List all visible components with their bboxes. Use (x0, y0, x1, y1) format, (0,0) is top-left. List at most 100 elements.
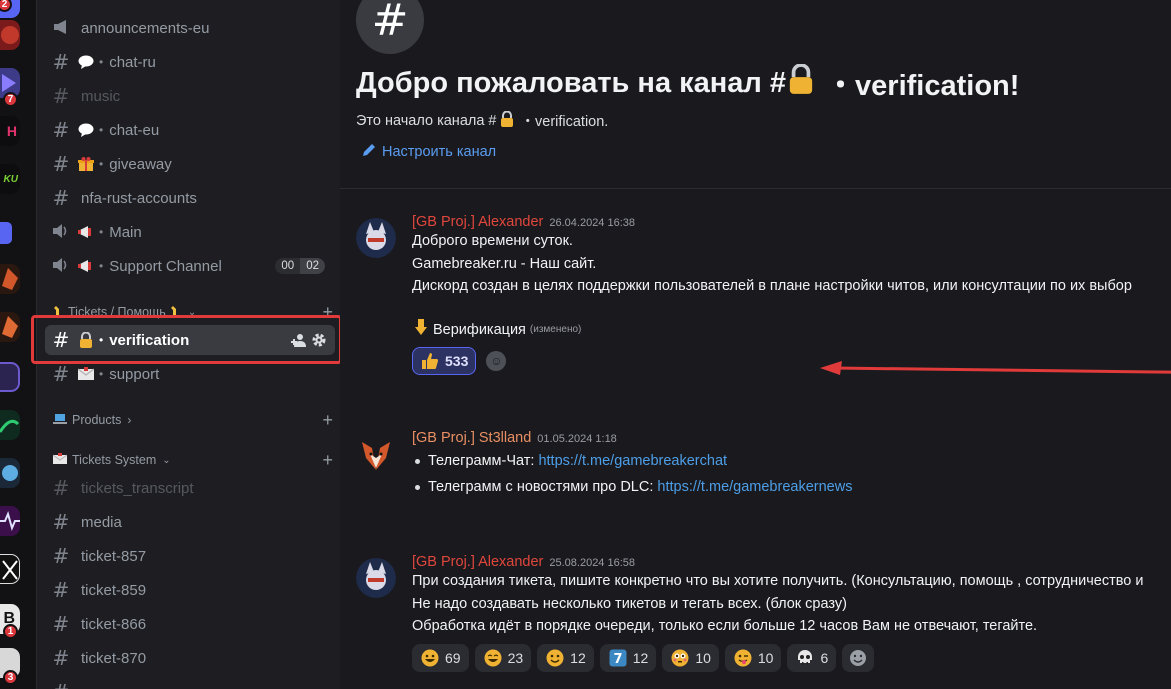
channel-giveaway[interactable]: # • giveaway (45, 149, 335, 179)
add-reaction-button[interactable] (842, 643, 875, 672)
verification-label: Верификация (433, 322, 526, 338)
gear-icon[interactable] (311, 332, 327, 353)
winking-tongue-face-icon (733, 648, 753, 668)
channel-label: Main (109, 223, 142, 241)
channel-label: chat-ru (109, 53, 156, 71)
laptop-icon (53, 413, 67, 428)
category-tickets-system[interactable]: Tickets System ⌄ + (52, 450, 333, 471)
channel-ticket-870[interactable]: # ticket-870 (45, 643, 335, 673)
reaction-count: 23 (507, 649, 524, 666)
hash-icon: # (52, 152, 70, 176)
channel-sidebar: announcements-eu # • chat-ru # music # •… (36, 0, 340, 689)
reaction-winking-tongue[interactable]: 10 (724, 643, 782, 672)
channel-announcements-eu[interactable]: announcements-eu (45, 13, 335, 43)
hash-icon: # (52, 50, 70, 74)
lock-icon (788, 63, 814, 102)
message-line: Обработка идёт в порядке очереди, только… (412, 618, 1038, 634)
reaction-count: 533 (445, 353, 469, 369)
channel-chat-ru[interactable]: # • chat-ru (45, 47, 335, 77)
channel-verification[interactable]: # • verification (45, 325, 335, 355)
author-name[interactable]: [GB Proj.] Alexander (412, 214, 543, 230)
channel-main[interactable]: • Main (45, 217, 335, 247)
author-name[interactable]: [GB Proj.] St3lland (412, 430, 531, 446)
edited-marker: (изменено) (529, 324, 582, 335)
channel-ticket-866[interactable]: # ticket-866 (45, 609, 335, 639)
server-icon[interactable] (0, 554, 20, 584)
separator-dot: • (99, 123, 104, 137)
channel-label: announcements-eu (81, 19, 210, 37)
telegram-chat-link[interactable]: https://t.me/gamebreakerchat (538, 453, 727, 469)
hash-icon: # (52, 362, 70, 386)
setup-channel-link[interactable]: Настроить канал (362, 143, 496, 161)
avatar[interactable] (356, 218, 396, 258)
reaction-grinning[interactable]: 69 (412, 643, 469, 672)
voice-user-count: 00 02 (275, 258, 325, 274)
server-icon[interactable] (0, 410, 20, 440)
server-icon[interactable] (0, 362, 20, 392)
reaction-skull[interactable]: 6 (787, 643, 837, 672)
add-channel-icon[interactable]: + (322, 450, 333, 471)
message-header: [GB Proj.] Alexander 25.08.2024 16:58 (412, 554, 1171, 570)
channel-label: giveaway (109, 155, 172, 173)
megaphone-icon (77, 224, 95, 240)
server-tag: H (6, 123, 17, 139)
channel-tickets-transcript[interactable]: # tickets_transcript (45, 473, 335, 503)
message-line: Не надо создавать несколько тикетов и те… (412, 595, 847, 612)
channel-label: ticket-859 (81, 581, 147, 599)
channel-music[interactable]: # music (45, 81, 335, 111)
server-icon[interactable]: H (0, 116, 20, 146)
channel-partial[interactable]: # (45, 677, 335, 689)
message-body: [GB Proj.] Alexander 26.04.2024 16:38 Доб… (412, 214, 1171, 375)
welcome-subtitle: Это начало канала # ・verification. (356, 110, 608, 131)
message-header: [GB Proj.] St3lland 01.05.2024 1:18 (412, 430, 1171, 446)
channel-hash-icon: # (356, 0, 424, 54)
server-icon[interactable] (0, 458, 20, 488)
server-icon[interactable] (0, 506, 20, 536)
server-icon[interactable] (0, 222, 12, 244)
invite-user-icon[interactable] (291, 332, 307, 353)
telegram-news-link[interactable]: https://t.me/gamebreakernews (657, 479, 852, 495)
reaction-keycap-7[interactable]: 7 12 (599, 643, 657, 672)
avatar[interactable] (356, 434, 396, 474)
category-products[interactable]: Products › + (53, 410, 333, 430)
message-area: # Добро пожаловать на канал # ・verificat… (340, 0, 1171, 689)
gift-icon (77, 156, 95, 172)
speaker-icon (47, 220, 75, 244)
timestamp: 26.04.2024 16:38 (549, 217, 636, 229)
reaction-laughing[interactable]: 23 (474, 643, 532, 672)
channel-label: chat-eu (109, 121, 160, 139)
server-icon[interactable] (0, 264, 20, 294)
category-label: Products (72, 413, 122, 427)
verification-line: Верификация (изменено) (412, 318, 1171, 344)
category-label: Tickets / Помощь (68, 305, 166, 319)
author-name[interactable]: [GB Proj.] Alexander (412, 554, 543, 570)
channel-media[interactable]: # media (45, 507, 335, 537)
chevron-down-icon: ⌄ (162, 454, 171, 466)
reaction-flushed[interactable]: 10 (662, 643, 719, 672)
reaction-thumbs-up[interactable]: 533 (412, 347, 477, 375)
reaction-smiling[interactable]: 12 (537, 643, 594, 672)
setup-channel-label: Настроить канал (382, 144, 497, 160)
message-line: Доброго времени суток. (412, 233, 573, 249)
speaker-icon (47, 254, 75, 278)
channel-chat-eu[interactable]: # • chat-eu (45, 115, 335, 145)
add-channel-icon[interactable]: + (322, 302, 333, 323)
separator-dot: • (99, 367, 104, 381)
add-channel-icon[interactable]: + (322, 410, 333, 431)
channel-label: nfa-rust-accounts (81, 189, 197, 207)
server-icon[interactable] (0, 20, 20, 50)
category-tickets-help[interactable]: Tickets / Помощь ⌄ + (53, 302, 333, 322)
channel-label: Support Channel (109, 257, 222, 275)
envelope-icon (77, 366, 95, 382)
channel-support-channel[interactable]: • Support Channel 00 02 (45, 251, 335, 281)
avatar[interactable] (356, 558, 396, 598)
channel-ticket-857[interactable]: # ticket-857 (45, 541, 335, 571)
channel-support[interactable]: # • support (45, 359, 335, 389)
channel-nfa-rust-accounts[interactable]: # nfa-rust-accounts (45, 183, 335, 213)
bullet-list: Телеграмм-Чат: https://t.me/gamebreakerc… (412, 448, 1171, 500)
add-reaction-icon[interactable]: ☺ (486, 351, 507, 371)
channel-ticket-859[interactable]: # ticket-859 (45, 575, 335, 605)
message-body: [GB Proj.] St3lland 01.05.2024 1:18 Телег… (412, 430, 1171, 500)
server-icon[interactable] (0, 312, 20, 342)
server-icon[interactable]: KU (0, 164, 20, 194)
